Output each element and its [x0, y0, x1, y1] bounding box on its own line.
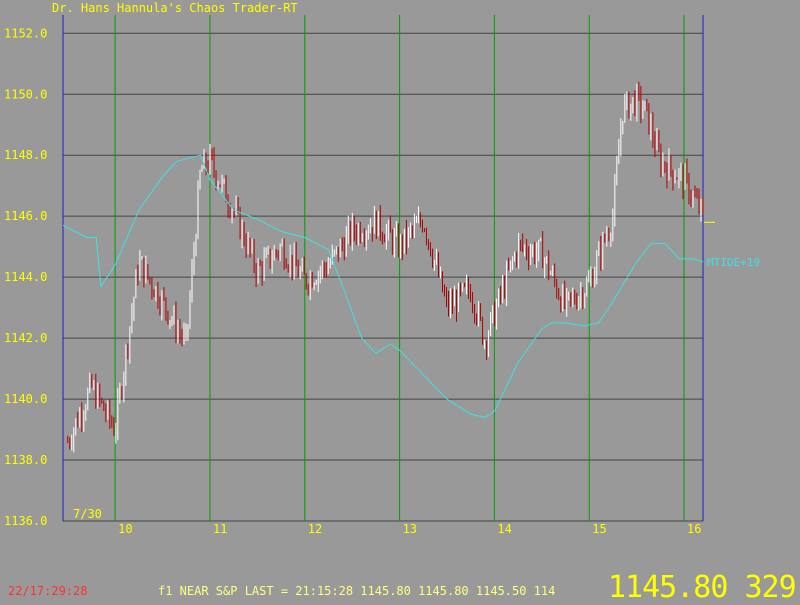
date-label: 7/30 [73, 507, 102, 521]
x-tick-label: 15 [592, 522, 606, 536]
y-tick-label: 1140.0 [4, 392, 47, 406]
x-tick-label: 10 [118, 522, 132, 536]
y-tick-label: 1150.0 [4, 87, 47, 101]
app-title: Dr. Hans Hannula's Chaos Trader-RT [52, 1, 298, 15]
y-tick-label: 1144.0 [4, 270, 47, 284]
status-clock: 22/17:29:28 [8, 584, 88, 598]
x-tick-label: 14 [497, 522, 511, 536]
y-tick-label: 1152.0 [4, 26, 47, 40]
y-tick-label: 1148.0 [4, 148, 47, 162]
tide-series-label: MTIDE+19 [707, 256, 760, 269]
x-tick-label: 11 [213, 522, 227, 536]
x-tick-label: 16 [687, 522, 701, 536]
tide-line [62, 154, 704, 418]
price-chart: 1152.0 1150.0 1148.0 1146.0 1144.0 1142.0 1140… [4, 15, 760, 536]
status-feed: f1 NEAR S&P LAST = 21:15:28 1145.80 1145… [158, 584, 556, 598]
y-tick-label: 1142.0 [4, 331, 47, 345]
x-tick-label: 13 [403, 522, 417, 536]
y-tick-label: 1138.0 [4, 453, 47, 467]
y-tick-label: 1146.0 [4, 209, 47, 223]
y-tick-label: 1136.0 [4, 514, 47, 528]
x-tick-label: 12 [308, 522, 322, 536]
